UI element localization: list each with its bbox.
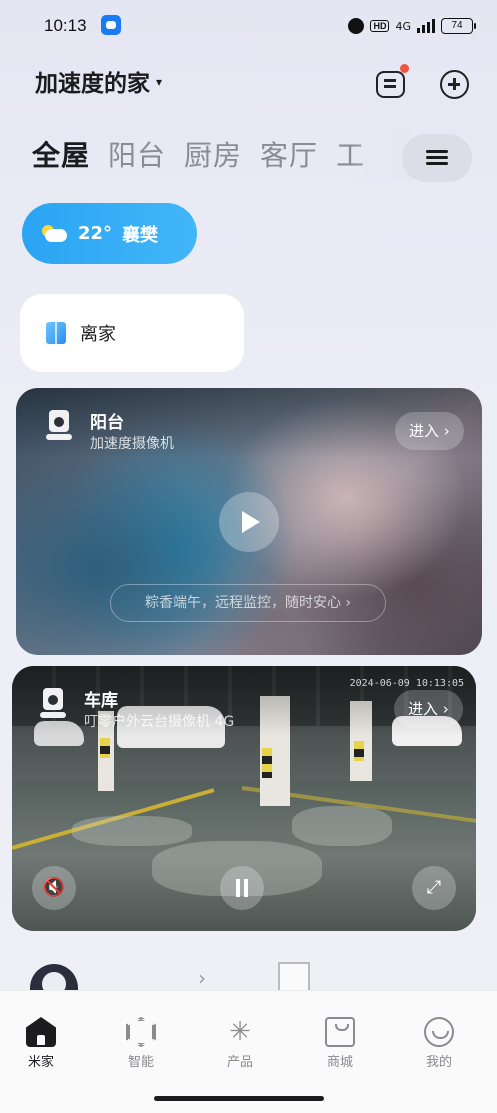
nav-label: 商城 [326, 1055, 353, 1070]
room-menu-button[interactable] [402, 134, 472, 182]
nav-label: 米家 [27, 1055, 54, 1070]
scene-card-leave-home[interactable]: 离家 [20, 294, 244, 372]
pause-icon [236, 879, 240, 897]
nav-mall[interactable]: 商城 [310, 1017, 370, 1070]
tab-living-room[interactable]: 客厅 [260, 134, 318, 174]
hd-badge: HD [370, 20, 390, 32]
door-icon [46, 322, 66, 344]
play-icon[interactable] [219, 492, 279, 552]
camera-icon [46, 408, 72, 442]
home-icon [26, 1017, 56, 1047]
fullscreen-icon[interactable]: ⤢ [412, 866, 456, 910]
weather-temperature: 22° [78, 223, 113, 244]
status-bar: 10:13 HD 4G 74 [0, 0, 497, 52]
device-row-partial: › [0, 950, 497, 996]
camera-model: 加速度摄像机 [90, 436, 174, 452]
camera-card-garage[interactable]: 2024-06-09 10:13:05 车库 叮零户外云台摄像机 4G 进入 ›… [12, 666, 476, 931]
camera-name: 车库 [84, 691, 118, 711]
smart-icon [126, 1017, 156, 1047]
weather-icon [42, 224, 68, 243]
camera-name: 阳台 [90, 413, 124, 433]
room-tabs: 全屋 阳台 厨房 客厅工 [32, 134, 392, 180]
enter-camera-button[interactable]: 进入 › [394, 690, 463, 728]
nav-label: 产品 [226, 1055, 253, 1070]
signal-icon [417, 19, 435, 33]
nav-smart[interactable]: 智能 [111, 1017, 171, 1070]
camera-icon [40, 686, 66, 720]
nav-label: 智能 [127, 1055, 154, 1070]
nav-profile[interactable]: 我的 [409, 1017, 469, 1070]
device-thumbnail[interactable] [278, 962, 310, 992]
promo-banner[interactable]: 粽香端午，远程监控，随时安心 › [110, 584, 386, 622]
weather-pill[interactable]: 22° 襄樊 [22, 203, 197, 264]
messages-button[interactable] [376, 64, 409, 98]
status-time: 10:13 [44, 16, 87, 35]
product-icon [225, 1017, 255, 1047]
status-indicators: HD 4G 74 [348, 18, 476, 34]
weather-city: 襄樊 [122, 224, 159, 246]
network-type: 4G [395, 19, 411, 33]
camera-card-balcony[interactable]: 阳台 加速度摄像机 进入 › 粽香端午，远程监控，随时安心 › [16, 388, 482, 655]
tab-all-rooms[interactable]: 全屋 [32, 134, 90, 174]
nav-home[interactable]: 米家 [11, 1017, 71, 1070]
app-notification-icon [101, 15, 121, 35]
chevron-right-icon: › [198, 966, 206, 990]
tab-balcony[interactable]: 阳台 [108, 134, 166, 174]
nav-products[interactable]: 产品 [210, 1017, 270, 1070]
battery-icon: 74 [441, 18, 476, 34]
camera-model: 叮零户外云台摄像机 4G [84, 714, 235, 730]
home-name: 加速度的家 [35, 71, 150, 97]
home-selector[interactable]: 加速度的家 ▾ [35, 64, 162, 98]
mall-icon [325, 1017, 355, 1047]
nav-label: 我的 [425, 1055, 452, 1070]
profile-icon [424, 1017, 454, 1047]
dropdown-caret-icon: ▾ [156, 75, 163, 89]
unread-dot [400, 64, 409, 73]
alarm-icon [348, 18, 365, 34]
home-indicator[interactable] [154, 1096, 324, 1101]
bottom-nav: 米家 智能 产品 商城 我的 [0, 990, 497, 1113]
tab-kitchen[interactable]: 厨房 [184, 134, 242, 174]
add-device-button[interactable] [440, 70, 469, 99]
scene-label: 离家 [80, 324, 116, 345]
menu-icon [426, 150, 448, 153]
video-timestamp: 2024-06-09 10:13:05 [349, 678, 464, 689]
pause-button[interactable] [220, 866, 264, 910]
enter-camera-button[interactable]: 进入 › [395, 412, 464, 450]
mute-icon[interactable]: 🔇 [32, 866, 76, 910]
